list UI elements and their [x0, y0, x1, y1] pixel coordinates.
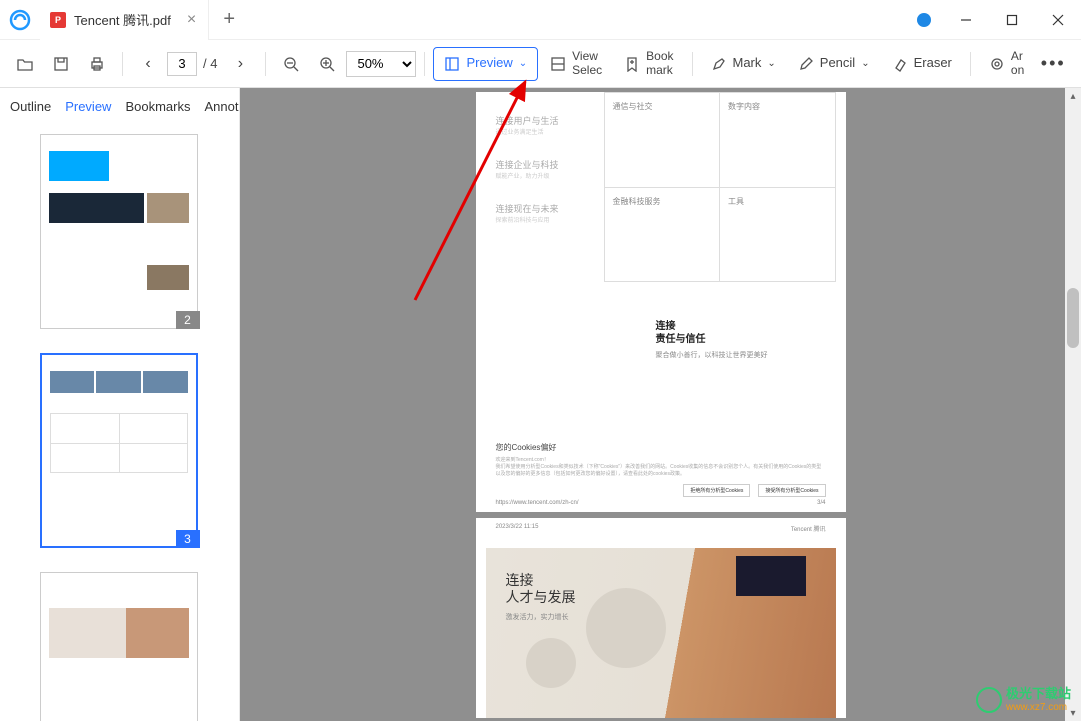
print-button[interactable]	[80, 47, 114, 81]
bookmark-icon	[624, 56, 640, 72]
tab-preview[interactable]: Preview	[65, 99, 111, 114]
zoom-out-button[interactable]	[274, 47, 308, 81]
next-page-button[interactable]: ›	[223, 47, 257, 81]
sidebar: Outline Preview Bookmarks Annotat 2 3 4	[0, 88, 240, 721]
preview-icon	[444, 56, 460, 72]
bookmark-button[interactable]: Bookmark	[614, 47, 683, 81]
eraser-button[interactable]: Eraser	[882, 47, 962, 81]
highlighter-icon	[711, 56, 727, 72]
watermark-icon	[976, 687, 1002, 713]
document-tab[interactable]: P Tencent 腾讯.pdf ×	[40, 0, 209, 40]
toolbar: ‹ / 4 › 50% Preview ⌄ ViewSelec Bookmark…	[0, 40, 1081, 88]
ar-button[interactable]: Aron	[979, 47, 1034, 81]
thumbnail-list: 2 3 4	[0, 124, 239, 721]
tab-bookmarks[interactable]: Bookmarks	[125, 99, 190, 114]
zoom-select[interactable]: 50%	[346, 51, 416, 77]
close-button[interactable]	[1035, 0, 1081, 40]
zoom-in-button[interactable]	[310, 47, 344, 81]
titlebar: P Tencent 腾讯.pdf × +	[0, 0, 1081, 40]
thumbnail-page-3[interactable]: 3	[40, 353, 200, 548]
pdf-icon: P	[50, 12, 66, 28]
page-4-content: 2023/3/22 11:15 Tencent 腾讯 连接人才与发展 激发活力，…	[476, 518, 846, 718]
mark-button[interactable]: Mark ⌄	[701, 47, 786, 81]
tab-title: Tencent 腾讯.pdf	[74, 10, 171, 29]
thumbnail-page-2[interactable]: 2	[40, 134, 200, 329]
more-button[interactable]: •••	[1036, 47, 1070, 81]
tab-close-icon[interactable]: ×	[187, 11, 196, 29]
open-file-button[interactable]	[8, 47, 42, 81]
security-indicator-icon[interactable]	[917, 13, 931, 27]
thumbnail-page-4[interactable]: 4	[40, 572, 200, 721]
chevron-down-icon: ⌄	[767, 58, 775, 69]
gear-icon	[989, 56, 1005, 72]
maximize-button[interactable]	[989, 0, 1035, 40]
eraser-icon	[892, 56, 908, 72]
prev-page-button[interactable]: ‹	[131, 47, 165, 81]
app-logo	[0, 9, 40, 31]
preview-mode-button[interactable]: Preview ⌄	[433, 47, 538, 81]
watermark: 极光下载站 www.xz7.com	[976, 687, 1071, 713]
pencil-icon	[798, 56, 814, 72]
chevron-down-icon: ⌄	[519, 58, 527, 69]
scrollbar-thumb[interactable]	[1067, 288, 1079, 348]
save-button[interactable]	[44, 47, 78, 81]
chevron-down-icon: ⌄	[861, 58, 869, 69]
pdf-viewer[interactable]: 连接用户与生活通过业务满足生活 连接企业与科技赋能产业，助力升级 连接现在与未来…	[240, 88, 1081, 721]
select-icon	[550, 56, 566, 72]
view-select-button[interactable]: ViewSelec	[540, 47, 612, 81]
minimize-button[interactable]	[943, 0, 989, 40]
tab-outline[interactable]: Outline	[10, 99, 51, 114]
page-3-content: 连接用户与生活通过业务满足生活 连接企业与科技赋能产业，助力升级 连接现在与未来…	[476, 92, 846, 512]
page-total-label: / 4	[203, 56, 217, 71]
scroll-up-icon[interactable]: ▴	[1065, 88, 1081, 104]
sidebar-tabs: Outline Preview Bookmarks Annotat	[0, 88, 239, 124]
pencil-button[interactable]: Pencil ⌄	[788, 47, 880, 81]
page-number-input[interactable]	[167, 52, 197, 76]
vertical-scrollbar[interactable]: ▴ ▾	[1065, 88, 1081, 721]
new-tab-button[interactable]: +	[209, 8, 249, 31]
tab-annotations[interactable]: Annotat	[204, 99, 240, 114]
